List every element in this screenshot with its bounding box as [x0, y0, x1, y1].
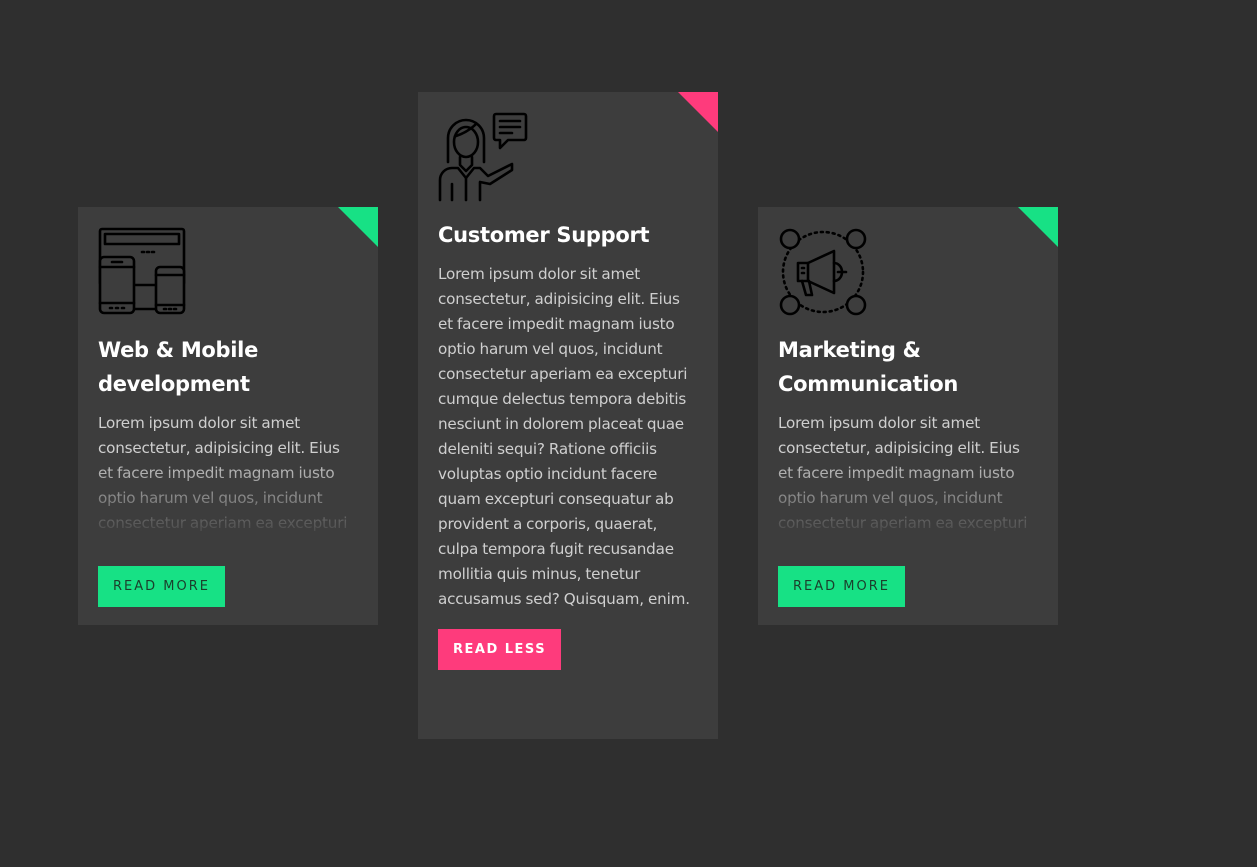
read-more-button[interactable]: READ MORE	[778, 566, 905, 607]
service-card-marketing: Marketing & Communication Lorem ipsum do…	[758, 207, 1058, 625]
service-card-customer-support: Customer Support Lorem ipsum dolor sit a…	[418, 92, 718, 739]
megaphone-network-icon	[779, 228, 867, 316]
card-description: Lorem ipsum dolor sit amet consectetur, …	[778, 414, 1028, 532]
customer-support-icon	[438, 112, 528, 202]
read-less-button[interactable]: READ LESS	[438, 629, 562, 670]
card-description: Lorem ipsum dolor sit amet consectetur, …	[98, 414, 348, 532]
devices-icon	[98, 227, 186, 315]
card-title: Customer Support	[438, 223, 650, 247]
card-title: Marketing & Communication	[778, 338, 959, 396]
service-card-web-mobile: Web & Mobile development Lorem ipsum dol…	[78, 207, 378, 625]
corner-accent	[1018, 207, 1058, 247]
card-description: Lorem ipsum dolor sit amet consectetur, …	[438, 265, 690, 608]
read-more-button[interactable]: READ MORE	[98, 566, 225, 607]
corner-accent	[678, 92, 718, 132]
card-title: Web & Mobile development	[98, 338, 259, 396]
corner-accent	[338, 207, 378, 247]
